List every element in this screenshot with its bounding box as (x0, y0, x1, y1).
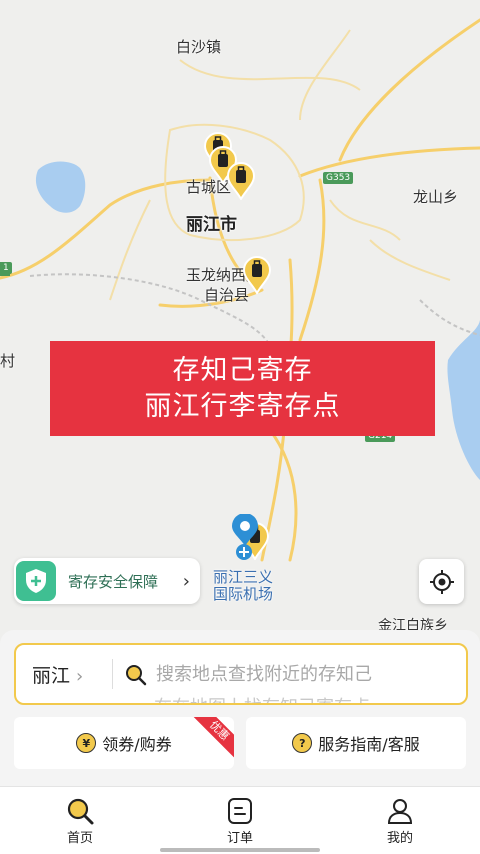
search-home-icon (67, 798, 94, 825)
safety-guarantee-button[interactable]: 寄存安全保障 › (14, 558, 200, 604)
map-label-airport-2: 国际机场 (213, 585, 274, 603)
search-bar: 丽江› 在在地图上找存知己寄存点 (14, 643, 468, 705)
chevron-right-icon: › (182, 570, 190, 592)
storage-pin-icon[interactable] (226, 162, 256, 200)
service-label: 服务指南/客服 (318, 735, 420, 754)
map-view[interactable]: 白沙镇 古城区 丽江市 玉龙纳西族 自治县 龙山乡 村 丽江三义 国际机场 金江… (0, 0, 480, 640)
promo-banner[interactable]: 存知己寄存 丽江行李寄存点 (50, 341, 435, 436)
promo-badge: 优惠 (191, 717, 234, 759)
divider (112, 659, 113, 689)
road-badge-g353: G353 (323, 172, 354, 184)
tab-orders-label: 订单 (226, 831, 253, 846)
order-icon (228, 798, 252, 824)
current-location-pin-icon (232, 514, 258, 560)
search-icon (126, 665, 147, 686)
city-selector[interactable]: 丽江 › (32, 661, 83, 688)
storage-pin-icon[interactable] (242, 256, 272, 294)
locate-icon (429, 569, 454, 594)
bottom-panel: 丽江› 在在地图上找存知己寄存点 ¥ 领券/购券 优惠 ? 服务指南/客服 (0, 630, 480, 786)
search-input[interactable] (154, 651, 458, 697)
map-label-longshan: 龙山乡 (413, 188, 459, 206)
home-indicator (160, 848, 320, 852)
search-hint-text: 在在地图上找存知己寄存点 (154, 693, 370, 703)
locate-button[interactable] (419, 559, 464, 604)
coupon-button[interactable]: ¥ 领券/购券 优惠 (14, 717, 234, 769)
map-label-village: 村 (0, 352, 16, 370)
tab-profile[interactable]: 我的 (360, 795, 440, 846)
chevron-right-icon: › (76, 666, 84, 687)
safety-label: 寄存安全保障 (68, 572, 159, 591)
city-name: 丽江 (32, 665, 71, 687)
tab-home-label: 首页 (66, 831, 93, 846)
tab-orders[interactable]: 订单 (200, 795, 280, 846)
map-label-baisha: 白沙镇 (176, 38, 222, 56)
tab-home[interactable]: 首页 (40, 795, 120, 846)
help-icon: ? (292, 733, 313, 753)
coupon-label: 领券/购券 (102, 735, 172, 754)
road-badge-left: 1 (0, 262, 12, 274)
map-label-lijiang: 丽江市 (186, 215, 237, 235)
banner-line-2: 丽江行李寄存点 (144, 390, 341, 422)
map-label-airport: 丽江三义 (213, 568, 274, 586)
yen-coin-icon: ¥ (76, 733, 97, 753)
shield-icon (16, 561, 56, 601)
banner-line-1: 存知己寄存 (172, 354, 313, 386)
tab-profile-label: 我的 (386, 831, 413, 846)
user-icon (387, 799, 413, 824)
service-guide-button[interactable]: ? 服务指南/客服 (246, 717, 466, 769)
tab-bar: 首页 订单 我的 (0, 786, 480, 854)
